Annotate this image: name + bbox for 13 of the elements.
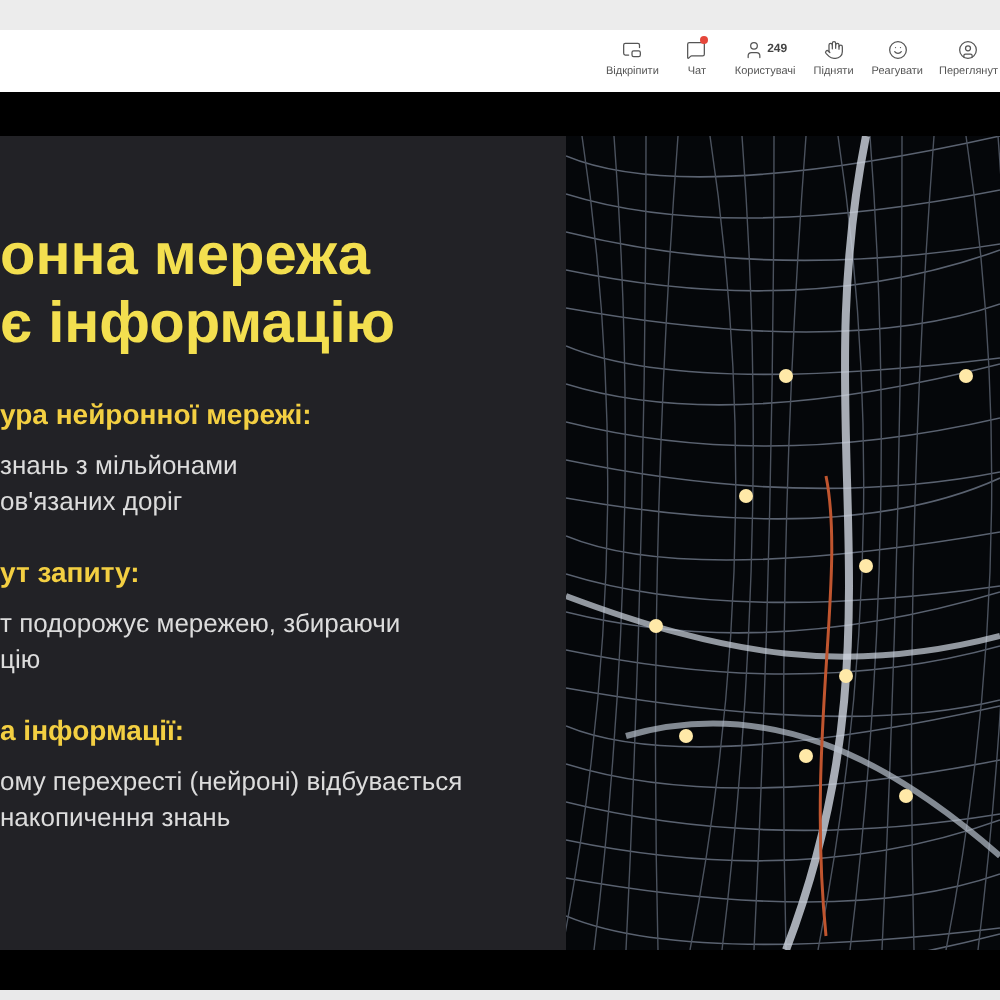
slide-title: онна мережа є інформацію [0, 222, 398, 358]
smiley-icon [887, 40, 908, 61]
section-heading: ут запиту: [0, 554, 142, 590]
section-heading: а інформації: [0, 712, 187, 748]
hand-icon [823, 40, 844, 61]
user-icon [743, 40, 764, 61]
unpin-icon [622, 40, 643, 61]
person-circle-icon [958, 40, 979, 61]
section-text: знань з мільйонами ов'язаних доріг [0, 448, 240, 520]
chat-icon [686, 40, 707, 61]
section-text: т подорожує мережею, збираючи цію [0, 606, 403, 678]
section-heading: ура нейронної мережі: [0, 396, 314, 432]
section-text: ому перехресті (нейроні) відбувається накопичення знань [0, 764, 465, 836]
